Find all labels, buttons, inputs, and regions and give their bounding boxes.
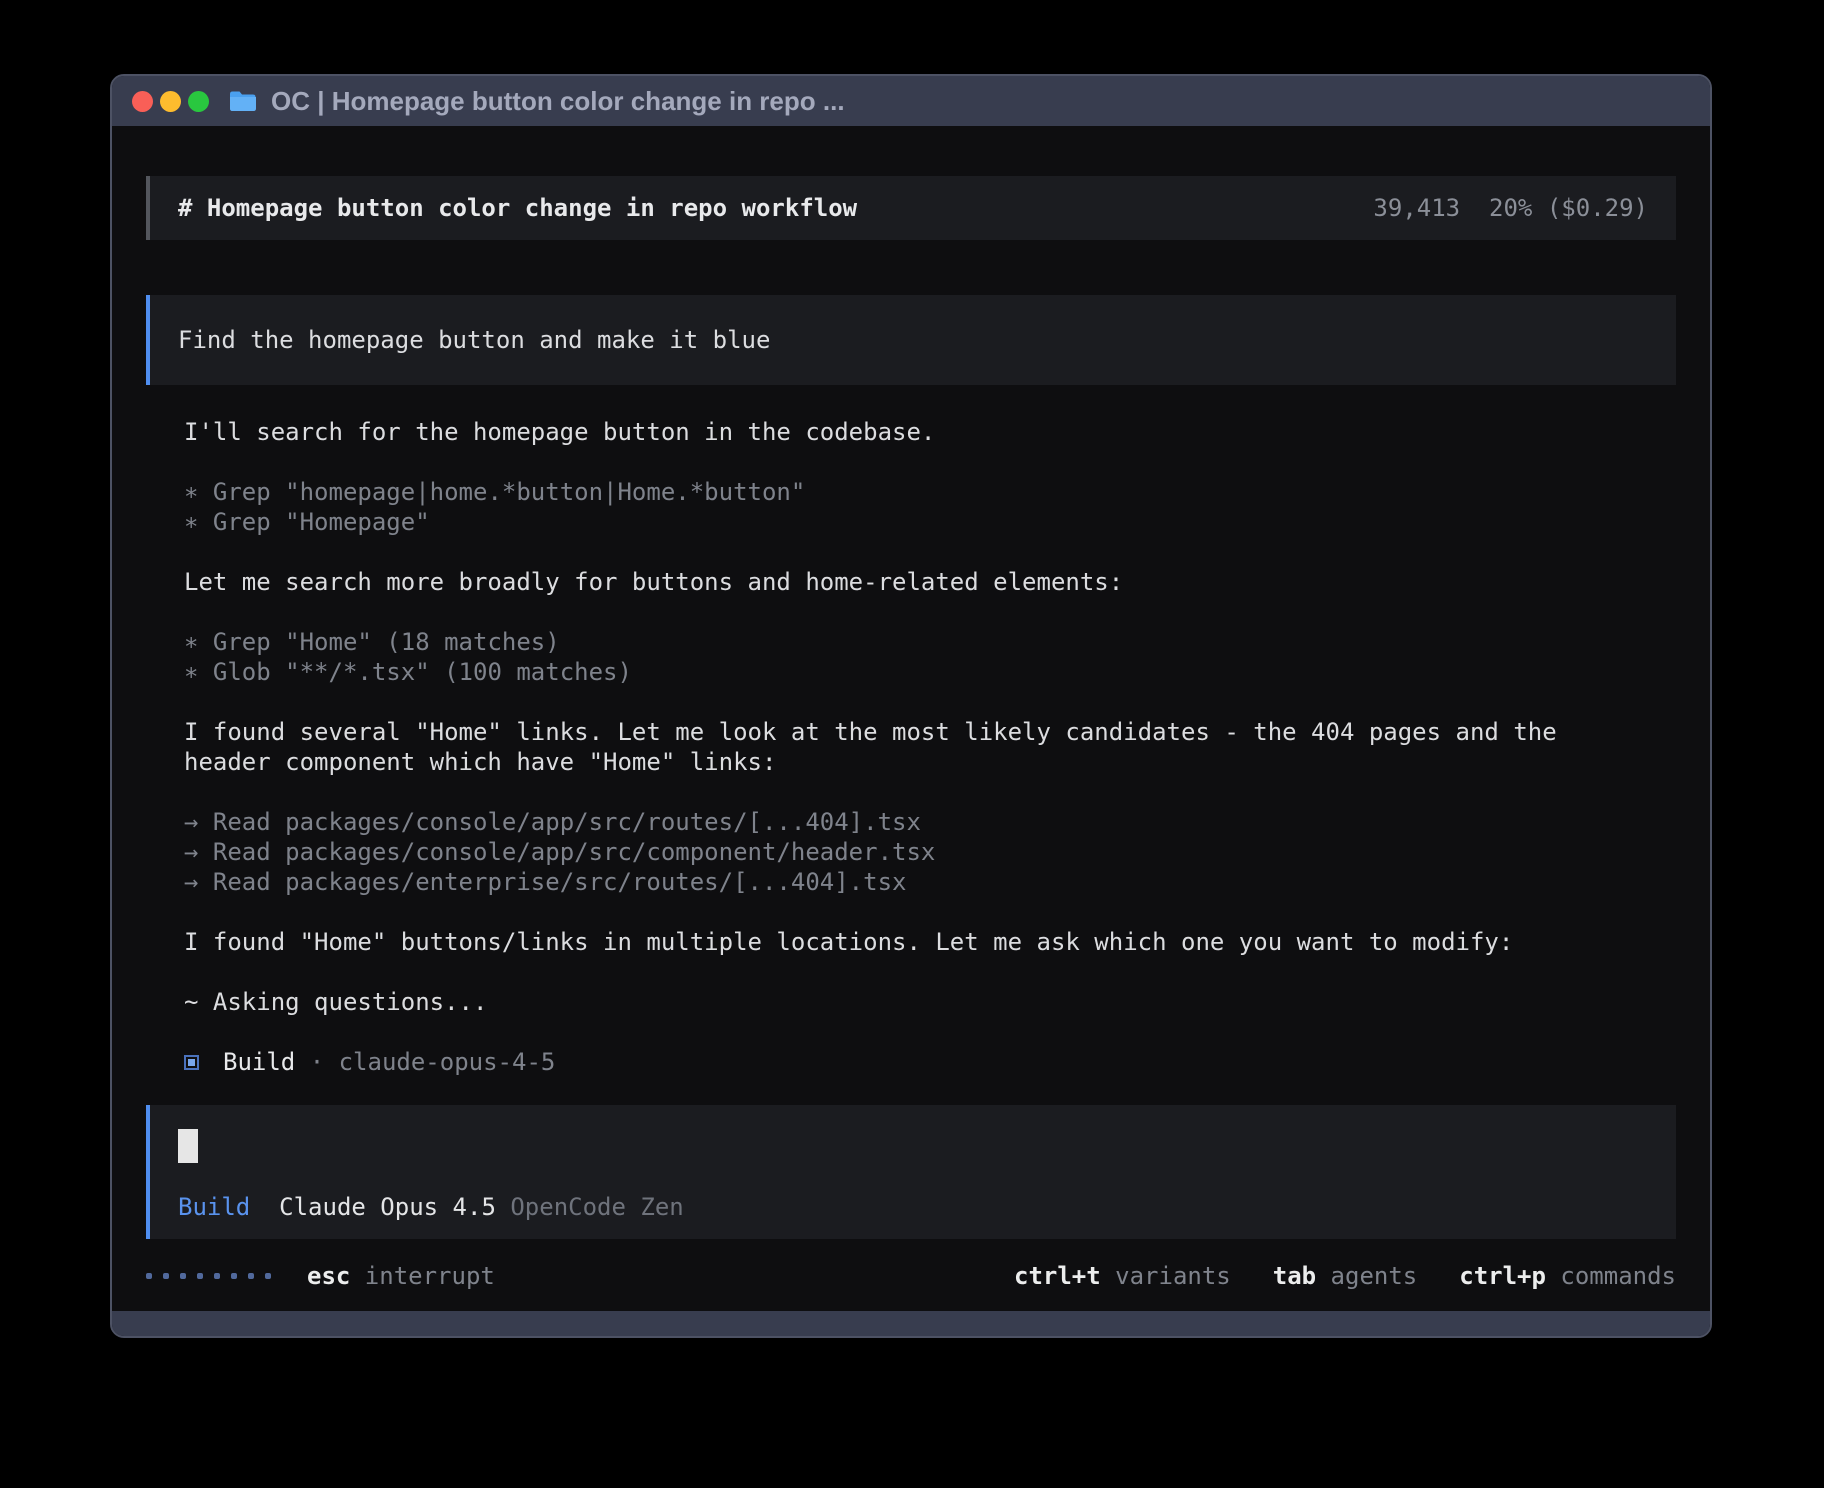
transcript-line: → Read packages/console/app/src/componen… <box>184 837 1676 867</box>
zoom-button[interactable] <box>188 91 209 112</box>
shortcut-key: tab <box>1273 1262 1331 1290</box>
asterisk-icon: ∗ <box>184 658 213 686</box>
shortcut-hint: esc interrupt <box>307 1262 495 1290</box>
assistant-transcript: I'll search for the homepage button in t… <box>184 417 1676 1017</box>
hints-right: ctrl+t variants tab agents ctrl+p commands <box>972 1262 1676 1290</box>
session-title: # Homepage button color change in repo w… <box>178 194 857 222</box>
transcript-text: Let me search more broadly for buttons a… <box>184 568 1123 596</box>
spinner-dot <box>214 1273 220 1279</box>
terminal-content: # Homepage button color change in repo w… <box>112 126 1710 1311</box>
traffic-lights <box>132 91 209 112</box>
folder-icon <box>229 89 257 113</box>
transcript-line: I found "Home" buttons/links in multiple… <box>184 927 1676 957</box>
transcript-text: Grep "Home" (18 matches) <box>213 628 560 656</box>
agent-name: Build <box>223 1048 295 1076</box>
transcript-text: I found several "Home" links. Let me loo… <box>184 718 1557 746</box>
agent-separator: · <box>295 1048 338 1076</box>
agent-status-line: Build · claude-opus-4-5 <box>184 1047 1676 1077</box>
asterisk-icon: ∗ <box>184 508 213 536</box>
terminal-window: OC | Homepage button color change in rep… <box>110 74 1712 1338</box>
input-model: Claude Opus 4.5 <box>279 1193 496 1221</box>
window-title: OC | Homepage button color change in rep… <box>271 86 845 117</box>
spinner-dot <box>163 1273 169 1279</box>
hints-left: esc interrupt <box>307 1262 495 1290</box>
transcript-gap <box>184 897 1676 927</box>
agent-model: claude-opus-4-5 <box>339 1048 556 1076</box>
spinner-dot <box>231 1273 237 1279</box>
shortcut-label: agents <box>1331 1262 1418 1290</box>
transcript-text: Read packages/console/app/src/component/… <box>213 838 935 866</box>
asterisk-icon: ∗ <box>184 478 213 506</box>
transcript-line: I'll search for the homepage button in t… <box>184 417 1676 447</box>
transcript-gap <box>184 597 1676 627</box>
arrow-icon: → <box>184 838 213 866</box>
transcript-line: ∗ Grep "Homepage" <box>184 507 1676 537</box>
shortcut-hint: ctrl+t variants <box>1014 1262 1231 1290</box>
spinner-dot <box>146 1273 152 1279</box>
transcript-gap <box>184 447 1676 477</box>
title-bar: OC | Homepage button color change in rep… <box>112 76 1710 126</box>
text-cursor <box>178 1129 198 1163</box>
transcript-text: ~ Asking questions... <box>184 988 487 1016</box>
session-header: # Homepage button color change in repo w… <box>146 176 1676 240</box>
transcript-gap <box>184 777 1676 807</box>
spinner-dot <box>248 1273 254 1279</box>
token-count: 39,413 <box>1373 194 1460 222</box>
user-message-text: Find the homepage button and make it blu… <box>178 326 770 354</box>
transcript-line: I found several "Home" links. Let me loo… <box>184 717 1676 747</box>
transcript-line: header component which have "Home" links… <box>184 747 1676 777</box>
transcript-line: → Read packages/enterprise/src/routes/[.… <box>184 867 1676 897</box>
transcript-text: Grep "homepage|home.*button|Home.*button… <box>213 478 805 506</box>
transcript-line: ~ Asking questions... <box>184 987 1676 1017</box>
shortcut-hint: tab agents <box>1273 1262 1418 1290</box>
shortcut-key: ctrl+p <box>1459 1262 1560 1290</box>
input-mode: Build <box>178 1193 250 1221</box>
spinner-dot <box>180 1273 186 1279</box>
transcript-text: Read packages/enterprise/src/routes/[...… <box>213 868 907 896</box>
input-provider: OpenCode Zen <box>510 1193 683 1221</box>
input-footer: Build Claude Opus 4.5 OpenCode Zen <box>178 1193 1648 1221</box>
transcript-gap <box>184 537 1676 567</box>
asterisk-icon: ∗ <box>184 628 213 656</box>
build-agent-icon <box>184 1055 199 1070</box>
close-button[interactable] <box>132 91 153 112</box>
shortcut-label: commands <box>1560 1262 1676 1290</box>
spinner-dot <box>265 1273 271 1279</box>
transcript-gap <box>184 957 1676 987</box>
spinner-dots-icon <box>146 1273 271 1279</box>
transcript-line: ∗ Glob "**/*.tsx" (100 matches) <box>184 657 1676 687</box>
transcript-text: Grep "Homepage" <box>213 508 430 536</box>
user-message: Find the homepage button and make it blu… <box>146 295 1676 385</box>
transcript-line: → Read packages/console/app/src/routes/[… <box>184 807 1676 837</box>
arrow-icon: → <box>184 868 213 896</box>
transcript-text: I'll search for the homepage button in t… <box>184 418 935 446</box>
transcript-text: header component which have "Home" links… <box>184 748 776 776</box>
session-stats: 39,413 20% ($0.29) <box>1373 194 1648 222</box>
transcript-text: I found "Home" buttons/links in multiple… <box>184 928 1513 956</box>
spinner-dot <box>197 1273 203 1279</box>
minimize-button[interactable] <box>160 91 181 112</box>
transcript-gap <box>184 687 1676 717</box>
transcript-text: Glob "**/*.tsx" (100 matches) <box>213 658 632 686</box>
shortcut-key: esc <box>307 1262 365 1290</box>
transcript-line: ∗ Grep "homepage|home.*button|Home.*butt… <box>184 477 1676 507</box>
session-cost: ($0.29) <box>1547 194 1648 222</box>
arrow-icon: → <box>184 808 213 836</box>
shortcut-hint: ctrl+p commands <box>1459 1262 1676 1290</box>
status-bar: esc interrupt ctrl+t variantstab agentsc… <box>146 1261 1676 1291</box>
transcript-line: Let me search more broadly for buttons a… <box>184 567 1676 597</box>
transcript-text: Read packages/console/app/src/routes/[..… <box>213 808 921 836</box>
shortcut-label: variants <box>1115 1262 1231 1290</box>
context-percent: 20% <box>1489 194 1532 222</box>
window-footer-strip <box>112 1311 1710 1336</box>
transcript-line: ∗ Grep "Home" (18 matches) <box>184 627 1676 657</box>
shortcut-label: interrupt <box>365 1262 495 1290</box>
prompt-input[interactable]: Build Claude Opus 4.5 OpenCode Zen <box>146 1105 1676 1239</box>
shortcut-key: ctrl+t <box>1014 1262 1115 1290</box>
